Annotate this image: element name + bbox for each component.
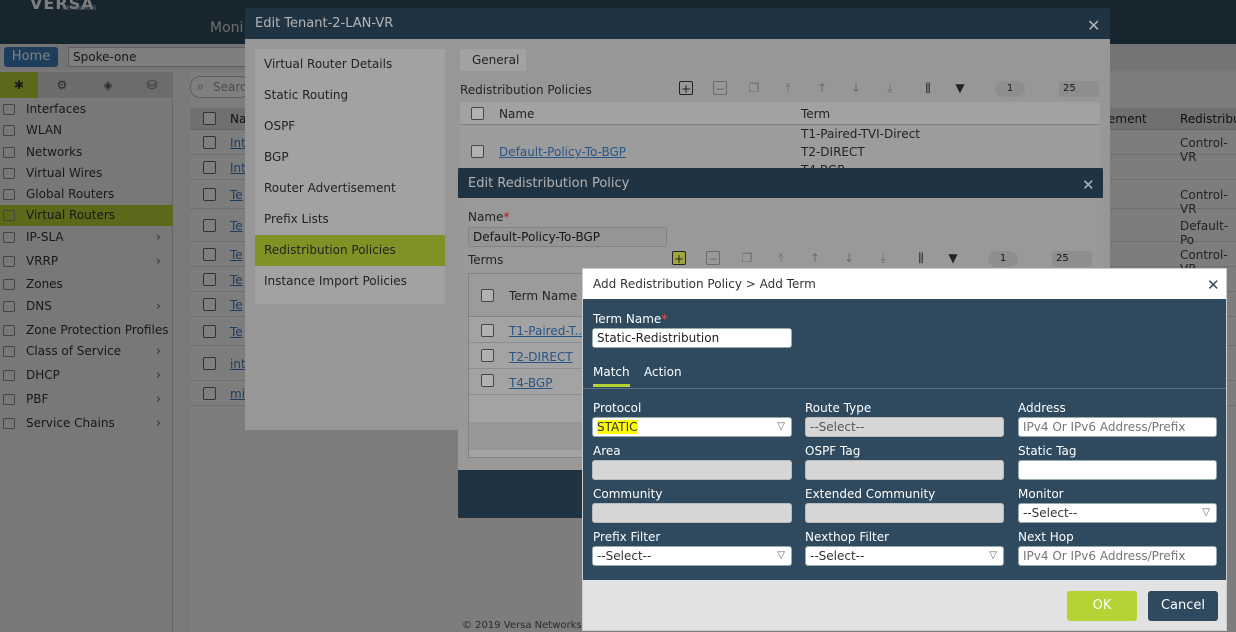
close-icon[interactable]: ✕ bbox=[1207, 276, 1220, 294]
nexthop-filter-label: Nexthop Filter bbox=[805, 530, 890, 544]
protocol-label: Protocol bbox=[593, 401, 642, 415]
term-name-label-text: Term Name bbox=[593, 312, 662, 326]
cancel-button[interactable]: Cancel bbox=[1148, 591, 1218, 621]
ospf-tag-field[interactable] bbox=[805, 460, 1004, 480]
community-field[interactable] bbox=[592, 503, 792, 523]
ospf-tag-label: OSPF Tag bbox=[805, 444, 861, 458]
required-marker: * bbox=[661, 312, 668, 326]
monitor-label: Monitor bbox=[1018, 487, 1064, 501]
ext-community-field[interactable] bbox=[805, 503, 1004, 523]
dialog-footer: OK Cancel bbox=[583, 580, 1226, 630]
chevron-down-icon: ▽ bbox=[989, 550, 997, 561]
tabs-divider bbox=[583, 388, 1226, 389]
route-type-select[interactable]: --Select-- bbox=[805, 417, 1004, 437]
address-field[interactable] bbox=[1018, 417, 1217, 437]
static-tag-field[interactable] bbox=[1018, 460, 1217, 480]
prefix-filter-select[interactable]: --Select-- ▽ bbox=[592, 546, 792, 566]
next-hop-label: Next Hop bbox=[1018, 530, 1074, 544]
monitor-select[interactable]: --Select-- ▽ bbox=[1018, 503, 1217, 523]
tab-match[interactable]: Match bbox=[593, 365, 630, 387]
chevron-down-icon: ▽ bbox=[777, 550, 785, 561]
ext-community-label: Extended Community bbox=[805, 487, 936, 501]
prefix-filter-label: Prefix Filter bbox=[593, 530, 661, 544]
term-name-label: Term Name* bbox=[593, 312, 667, 326]
term-name-field[interactable] bbox=[592, 328, 792, 348]
nexthop-filter-value: --Select-- bbox=[810, 549, 865, 563]
prefix-filter-value: --Select-- bbox=[597, 549, 652, 563]
chevron-down-icon: ▽ bbox=[1202, 507, 1210, 518]
protocol-value: STATIC bbox=[597, 420, 638, 434]
nexthop-filter-select[interactable]: --Select-- ▽ bbox=[805, 546, 1004, 566]
area-label: Area bbox=[593, 444, 621, 458]
add-term-dialog: Add Redistribution Policy > Add Term ✕ T… bbox=[582, 268, 1227, 631]
ok-button[interactable]: OK bbox=[1067, 591, 1137, 621]
route-type-label: Route Type bbox=[805, 401, 872, 415]
protocol-select[interactable]: STATIC ▽ bbox=[592, 417, 792, 437]
community-label: Community bbox=[593, 487, 663, 501]
next-hop-field[interactable] bbox=[1018, 546, 1217, 566]
route-type-value: --Select-- bbox=[810, 420, 865, 434]
tab-action[interactable]: Action bbox=[644, 365, 682, 379]
dialog-header: Add Redistribution Policy > Add Term ✕ bbox=[583, 269, 1226, 299]
area-field[interactable] bbox=[592, 460, 792, 480]
address-label: Address bbox=[1018, 401, 1066, 415]
monitor-value: --Select-- bbox=[1023, 506, 1078, 520]
dialog-title: Add Redistribution Policy > Add Term bbox=[593, 277, 816, 291]
chevron-down-icon: ▽ bbox=[777, 421, 785, 432]
static-tag-label: Static Tag bbox=[1018, 444, 1077, 458]
